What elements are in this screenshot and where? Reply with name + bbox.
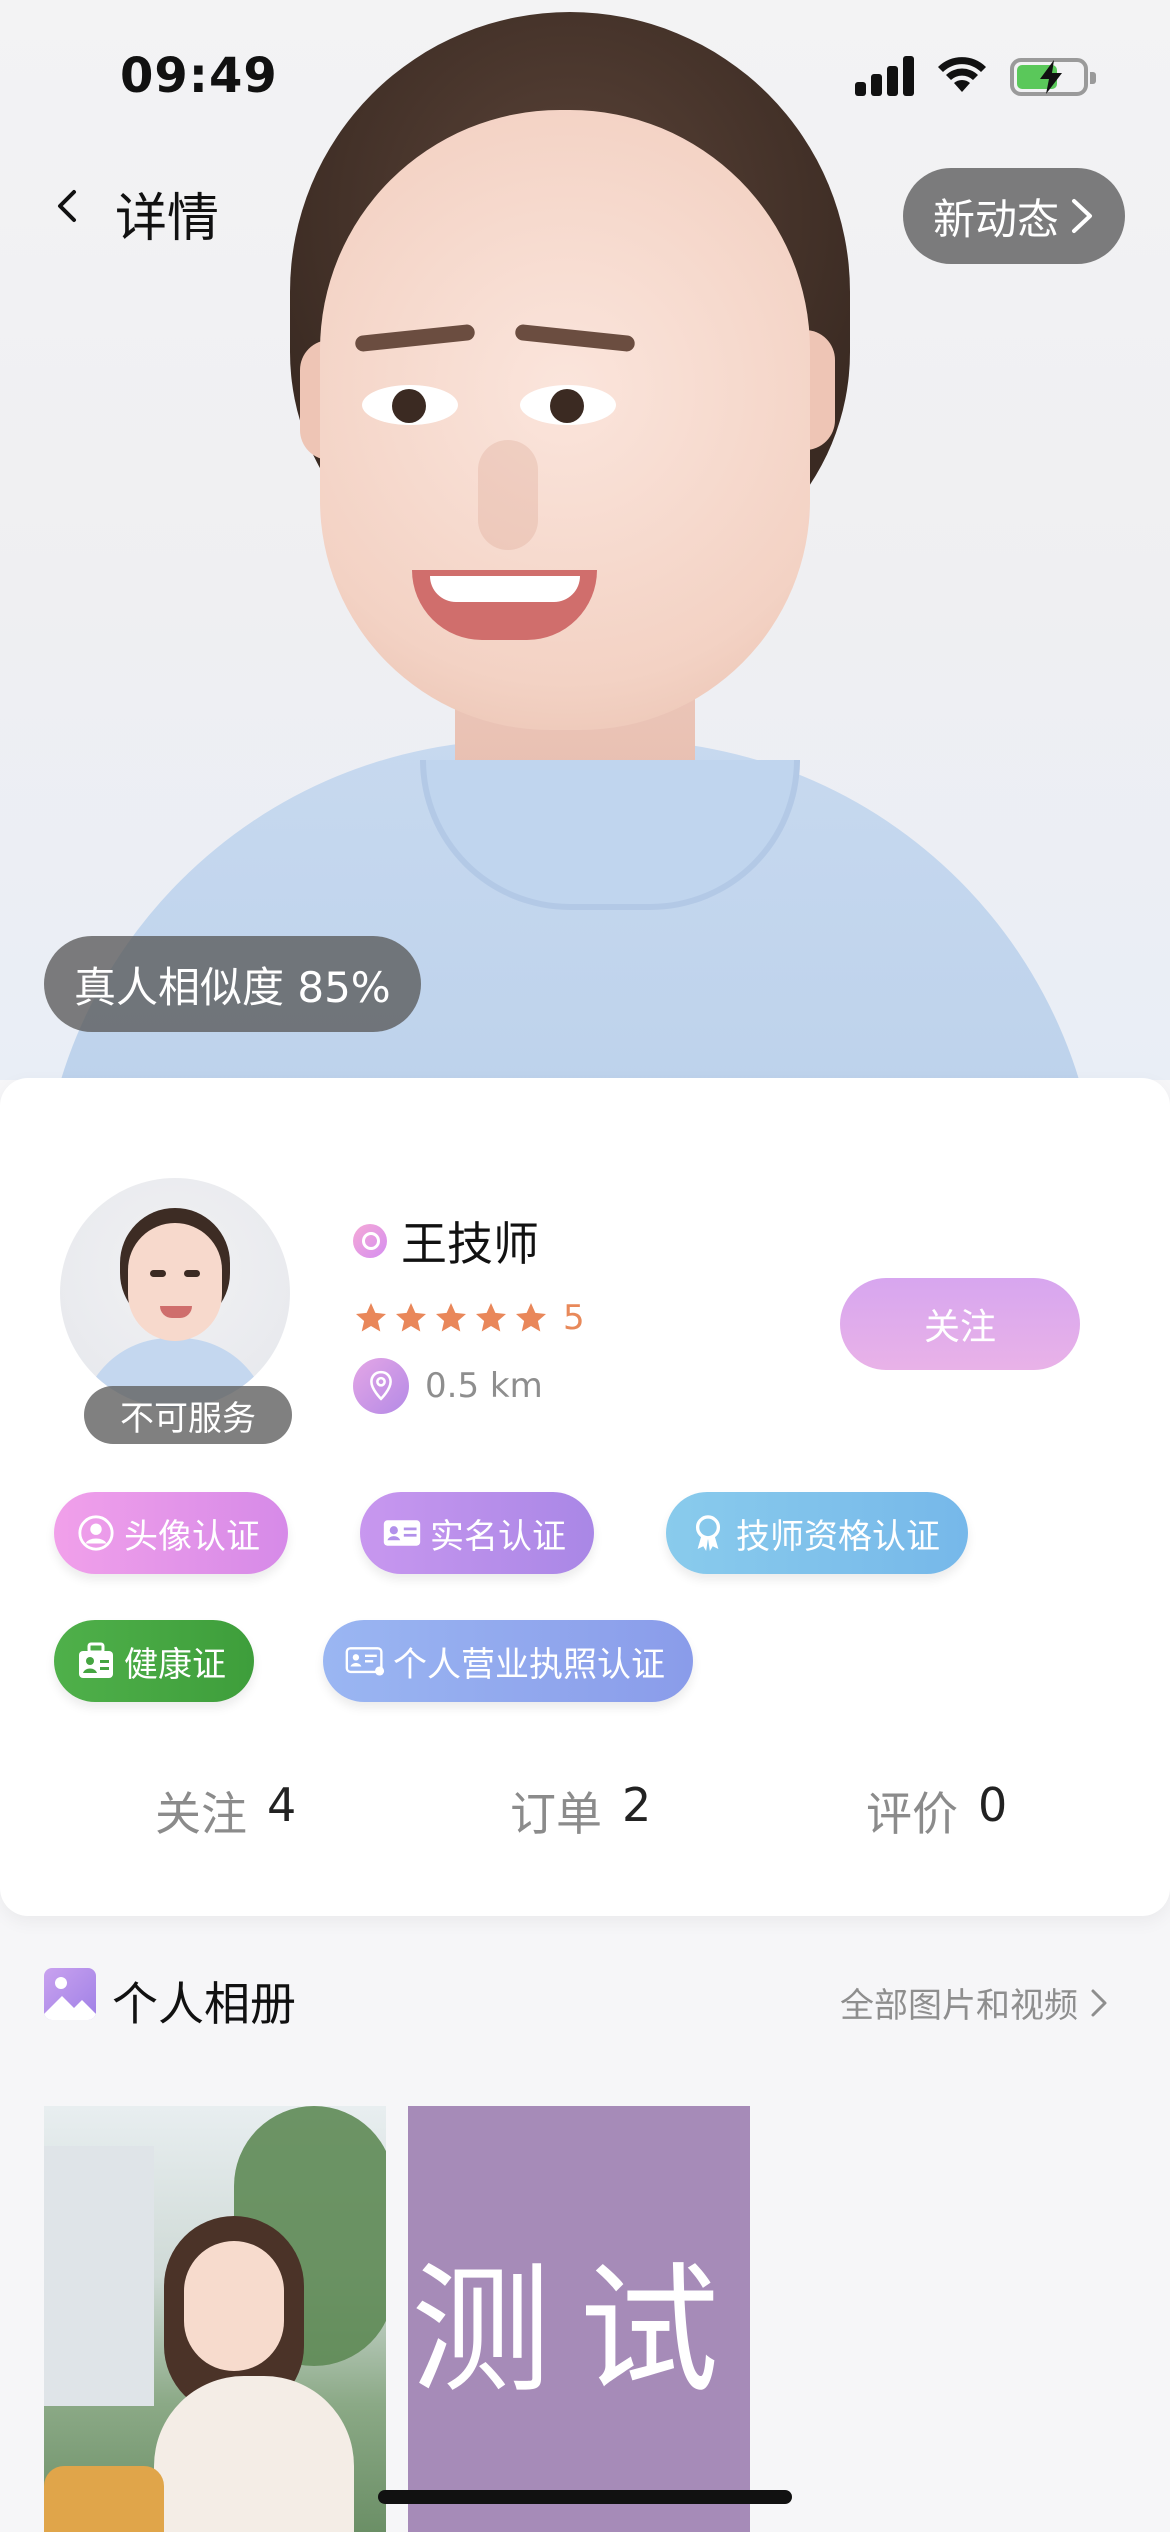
star-icon (436, 1303, 466, 1332)
rating-row: 5 (353, 1298, 585, 1338)
hero-portrait-eye (362, 385, 458, 425)
new-feed-button[interactable]: 新动态 (903, 168, 1125, 264)
star-icon (476, 1303, 506, 1332)
stat-value: 0 (978, 1778, 1008, 1832)
stat-value: 4 (267, 1778, 297, 1832)
badge-label: 技师资格认证 (736, 1516, 940, 1557)
chevron-right-icon (1072, 199, 1092, 233)
chevron-right-icon (1091, 1989, 1107, 2016)
new-feed-label: 新动态 (932, 194, 1059, 244)
album-photo-text: 测试 (410, 2250, 747, 2413)
follow-button[interactable]: 关注 (840, 1278, 1080, 1370)
name-row: 王技师 (353, 1208, 539, 1274)
album-header: 个人相册 全部图片和视频 (0, 1960, 1170, 2040)
star-icon (356, 1303, 386, 1332)
hero-portrait-nose (478, 440, 538, 550)
badge-realname-verified[interactable]: 实名认证 (360, 1492, 594, 1574)
technician-name: 王技师 (401, 1217, 539, 1271)
award-ribbon-icon (688, 1513, 728, 1553)
stat-label: 订单 (510, 1787, 602, 1841)
badge-avatar-verified[interactable]: 头像认证 (54, 1492, 288, 1574)
availability-label: 不可服务 (120, 1398, 256, 1439)
medical-kit-icon (76, 1641, 116, 1681)
distance-value: 0.5 km (425, 1366, 543, 1406)
stat-orders[interactable]: 订单 2 (510, 1778, 651, 1844)
cellular-signal-icon (855, 56, 917, 96)
verified-search-icon (353, 1224, 387, 1258)
badge-business-license[interactable]: 个人营业执照认证 (323, 1620, 693, 1702)
album-photo[interactable] (44, 2106, 386, 2532)
stat-label: 评价 (866, 1787, 958, 1841)
battery-icon (1010, 58, 1096, 96)
hero-photo[interactable] (0, 0, 1170, 1080)
location-pin-icon (353, 1358, 409, 1414)
stat-follow[interactable]: 关注 4 (155, 1778, 296, 1844)
user-circle-icon (76, 1513, 116, 1553)
id-card-icon (382, 1513, 422, 1553)
wifi-icon (938, 57, 986, 92)
view-all-label: 全部图片和视频 (840, 1986, 1078, 2026)
rating-value: 5 (563, 1298, 585, 1338)
album-photo[interactable]: 测试 (408, 2106, 750, 2532)
badge-qualification-verified[interactable]: 技师资格认证 (666, 1492, 968, 1574)
license-card-icon (345, 1641, 385, 1681)
badge-label: 个人营业执照认证 (393, 1644, 665, 1685)
page-title: 详情 (115, 189, 220, 249)
similarity-badge: 真人相似度 85% (44, 936, 421, 1032)
status-bar: 09:49 (0, 0, 1170, 150)
status-time: 09:49 (120, 48, 278, 104)
availability-badge: 不可服务 (84, 1386, 292, 1444)
stat-label: 关注 (155, 1787, 247, 1841)
similarity-label: 真人相似度 85% (74, 962, 391, 1012)
distance-row: 0.5 km (353, 1358, 543, 1414)
badge-label: 头像认证 (124, 1516, 260, 1557)
badge-label: 实名认证 (430, 1516, 566, 1557)
hero-portrait-eye (520, 385, 616, 425)
star-icon (396, 1303, 426, 1332)
view-all-media-link[interactable]: 全部图片和视频 (840, 1978, 1108, 2027)
stat-value: 2 (622, 1778, 652, 1832)
badge-health-certificate[interactable]: 健康证 (54, 1620, 254, 1702)
avatar[interactable] (60, 1178, 290, 1408)
image-gallery-icon (44, 1968, 96, 2020)
profile-card: 不可服务 王技师 5 0.5 km 关注 头像认证 实名认证 技师资格认证 健康… (0, 1078, 1170, 1916)
star-icon (516, 1303, 546, 1332)
badge-label: 健康证 (124, 1644, 226, 1685)
home-indicator[interactable] (378, 2490, 792, 2504)
back-chevron-icon[interactable] (48, 178, 88, 234)
stat-reviews[interactable]: 评价 0 (866, 1778, 1007, 1844)
album-title: 个人相册 (112, 1977, 296, 2031)
follow-label: 关注 (923, 1307, 996, 1348)
